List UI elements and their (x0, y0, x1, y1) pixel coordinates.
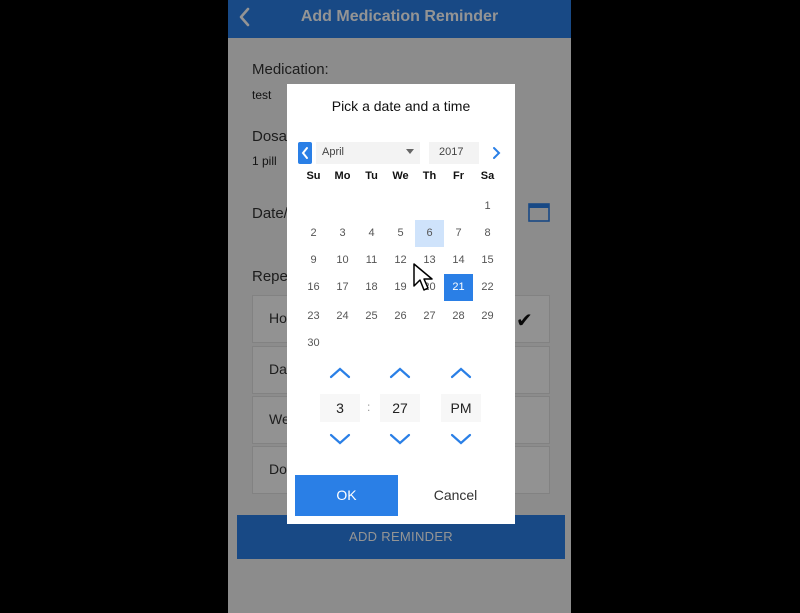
ok-button[interactable]: OK (295, 475, 398, 516)
weekday-label: Th (422, 170, 437, 182)
calendar-day[interactable]: 15 (473, 247, 502, 274)
previous-month-icon[interactable] (298, 142, 312, 164)
picker-title: Pick a date and a time (331, 98, 471, 114)
calendar-day[interactable]: 14 (444, 247, 473, 274)
minute-up-icon[interactable] (388, 366, 412, 380)
calendar-day[interactable]: 24 (328, 303, 357, 330)
calendar-day[interactable]: 7 (444, 220, 473, 247)
calendar-day[interactable]: 30 (299, 330, 328, 357)
weekday-label: We (392, 170, 409, 182)
hour-value[interactable]: 3 (320, 394, 360, 422)
minute-value[interactable]: 27 (380, 394, 420, 422)
date-time-picker-dialog: Pick a date and a time April 2017 Su Mo Tu… (287, 84, 515, 524)
calendar-day[interactable]: 6 (415, 220, 444, 247)
month-dropdown[interactable]: April (316, 142, 420, 164)
calendar-day[interactable]: 1 (473, 193, 502, 220)
calendar-day[interactable]: 27 (415, 303, 444, 330)
weekday-label: Sa (480, 170, 495, 182)
period-up-icon[interactable] (449, 366, 473, 380)
minute-down-icon[interactable] (388, 432, 412, 446)
calendar-day[interactable]: 5 (386, 220, 415, 247)
hour-up-icon[interactable] (328, 366, 352, 380)
year-value: 2017 (439, 146, 464, 158)
calendar-day[interactable]: 3 (328, 220, 357, 247)
calendar-day[interactable]: 18 (357, 274, 386, 301)
calendar-day[interactable]: 16 (299, 274, 328, 301)
calendar-day[interactable]: 26 (386, 303, 415, 330)
calendar-day[interactable]: 17 (328, 274, 357, 301)
period-value[interactable]: PM (441, 394, 481, 422)
calendar-day[interactable]: 4 (357, 220, 386, 247)
weekday-label: Tu (365, 170, 378, 182)
time-separator: : (367, 400, 371, 414)
weekday-label: Su (306, 170, 321, 182)
calendar-day[interactable]: 11 (357, 247, 386, 274)
calendar-day[interactable]: 12 (386, 247, 415, 274)
calendar-day[interactable]: 29 (473, 303, 502, 330)
calendar-day[interactable]: 23 (299, 303, 328, 330)
calendar-day[interactable]: 22 (473, 274, 502, 301)
next-month-icon[interactable] (489, 144, 503, 162)
calendar-day[interactable]: 2 (299, 220, 328, 247)
chevron-down-icon (406, 149, 414, 154)
hour-down-icon[interactable] (328, 432, 352, 446)
month-value: April (322, 146, 345, 158)
weekday-label: Fr (453, 170, 464, 182)
period-down-icon[interactable] (449, 432, 473, 446)
year-field[interactable]: 2017 (429, 142, 479, 164)
selected-day[interactable]: 21 (444, 274, 473, 301)
calendar-day[interactable]: 8 (473, 220, 502, 247)
calendar-day[interactable]: 9 (299, 247, 328, 274)
calendar-day[interactable]: 10 (328, 247, 357, 274)
mouse-cursor-icon (413, 263, 433, 291)
calendar-day[interactable]: 25 (357, 303, 386, 330)
weekday-label: Mo (334, 170, 351, 182)
cancel-button[interactable]: Cancel (404, 475, 507, 516)
calendar-day[interactable]: 19 (386, 274, 415, 301)
calendar-day[interactable]: 28 (444, 303, 473, 330)
